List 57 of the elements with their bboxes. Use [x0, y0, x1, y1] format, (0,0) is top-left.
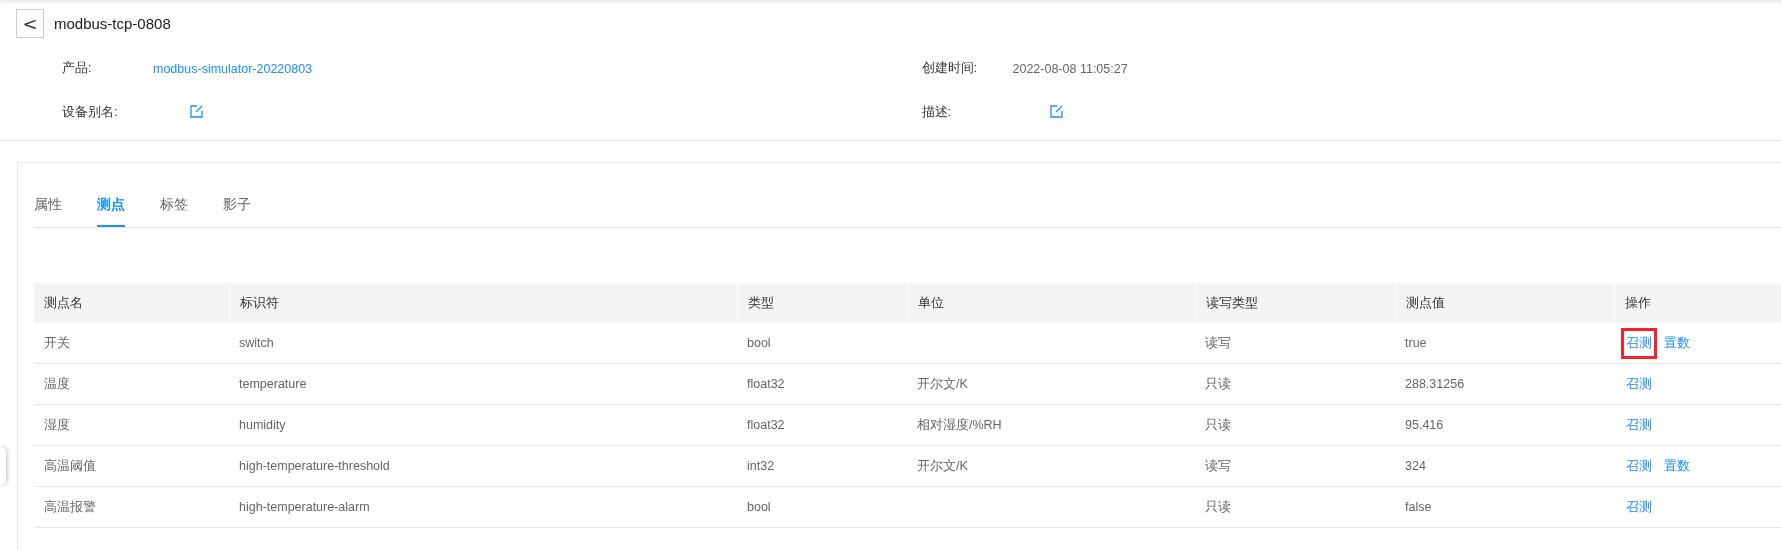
page-title: modbus-tcp-0808	[54, 15, 171, 32]
column-header: 标识符	[229, 283, 737, 323]
action-link[interactable]: 置数	[1662, 453, 1692, 479]
column-header: 测点值	[1395, 283, 1614, 323]
table-cell: bool	[737, 487, 907, 528]
tab[interactable]: 测点	[97, 196, 125, 227]
table-cell: 读写	[1195, 323, 1395, 364]
table-cell: 95.416	[1395, 405, 1614, 446]
field-label: 产品:	[62, 60, 93, 77]
table-cell: 温度	[34, 364, 229, 405]
action-link[interactable]: 召测	[1624, 494, 1654, 520]
table-cell: 高温阈值	[34, 446, 229, 487]
table-cell: switch	[229, 323, 737, 364]
field-label: 设备别名:	[62, 104, 119, 121]
column-header: 操作	[1614, 283, 1781, 323]
table-cell: 湿度	[34, 405, 229, 446]
column-header: 读写类型	[1195, 283, 1395, 323]
table-cell: false	[1395, 487, 1614, 528]
table-cell: humidity	[229, 405, 737, 446]
action-link[interactable]: 召测	[1624, 330, 1654, 356]
action-link[interactable]: 召测	[1624, 371, 1654, 397]
table-cell: 324	[1395, 446, 1614, 487]
table-cell: high-temperature-threshold	[229, 446, 737, 487]
table-cell: 开尔文/K	[907, 364, 1195, 405]
table-cell: high-temperature-alarm	[229, 487, 737, 528]
table-cell: float32	[737, 364, 907, 405]
table-cell: true	[1395, 323, 1614, 364]
product-link[interactable]: modbus-simulator-20220803	[153, 62, 313, 76]
table-cell: 开关	[34, 323, 229, 364]
tab[interactable]: 标签	[160, 196, 188, 227]
edit-icon[interactable]	[1049, 104, 1063, 118]
table-cell: 只读	[1195, 405, 1395, 446]
field-label: 描述:	[921, 104, 952, 121]
tab[interactable]: 属性	[34, 196, 62, 227]
table-cell: 只读	[1195, 364, 1395, 405]
column-header: 类型	[737, 283, 907, 323]
action-link[interactable]: 召测	[1624, 453, 1654, 479]
field-value: 2022-08-08 11:05:27	[1012, 62, 1128, 76]
table-cell: 读写	[1195, 446, 1395, 487]
table-cell: 高温报警	[34, 487, 229, 528]
column-header: 单位	[907, 283, 1195, 323]
table-cell: 开尔文/K	[907, 446, 1195, 487]
back-button[interactable]: <	[16, 9, 44, 38]
table-cell: float32	[737, 405, 907, 446]
drawer-handle[interactable]	[0, 448, 6, 484]
table-cell: temperature	[229, 364, 737, 405]
table-cell: 288.31256	[1395, 364, 1614, 405]
table-cell: 相对湿度/%RH	[907, 405, 1195, 446]
field-label: 创建时间:	[921, 60, 978, 77]
table-cell: int32	[737, 446, 907, 487]
action-link[interactable]: 置数	[1662, 330, 1692, 356]
column-header: 测点名	[34, 283, 229, 323]
table-cell: 只读	[1195, 487, 1395, 528]
tab[interactable]: 影子	[223, 196, 251, 227]
table-cell: bool	[737, 323, 907, 364]
edit-icon[interactable]	[190, 104, 203, 118]
action-link[interactable]: 召测	[1624, 412, 1654, 438]
